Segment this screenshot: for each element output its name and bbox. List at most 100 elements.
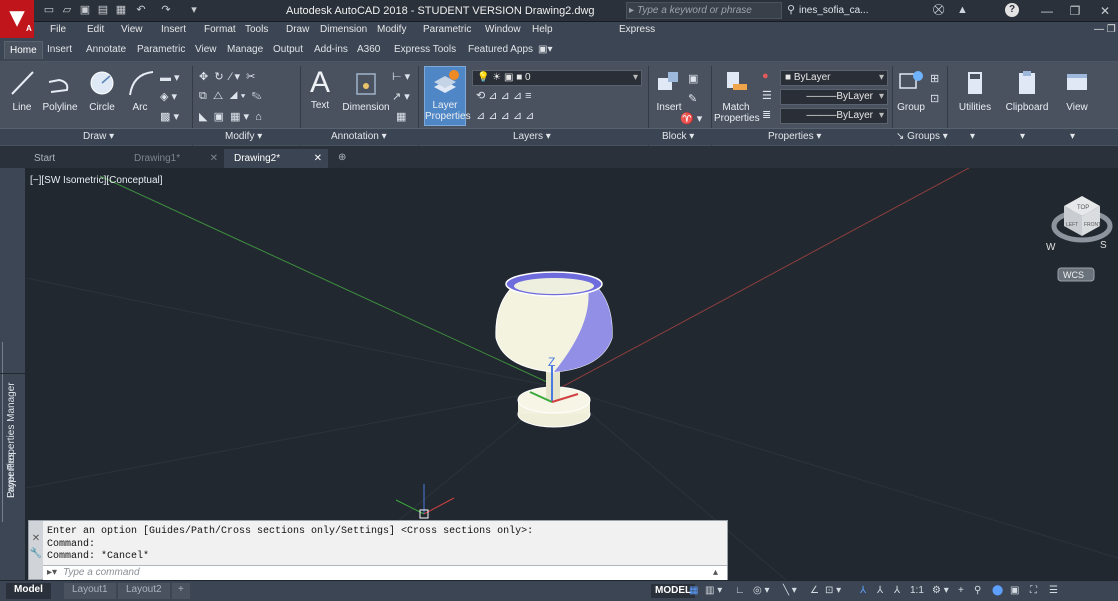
copy-icon[interactable]: ⧉ ⧍ ◢ ▾ ✎ [199, 90, 262, 103]
edit-block-icon[interactable]: ✎ [688, 92, 697, 105]
layer-tools-row1[interactable]: ⟲ ⊿ ⊿ ⊿ ≡ [476, 89, 532, 102]
panel-block[interactable]: Block ▾ [662, 131, 694, 142]
menu-view[interactable]: View [121, 24, 143, 35]
tab-a360[interactable]: A360 [352, 41, 385, 59]
new-tab-button[interactable]: ⊕ [332, 149, 352, 168]
doc-tab-close-icon[interactable]: ✕ [314, 153, 322, 164]
menubar-window-controls[interactable]: — ❐ ✕ [1094, 24, 1118, 35]
tab-insert[interactable]: Insert [42, 41, 77, 59]
layer-tools-row2[interactable]: ⊿ ⊿ ⊿ ⊿ ⊿ [476, 109, 534, 122]
tab-express-tools[interactable]: Express Tools [389, 41, 461, 59]
autocad-logo-button[interactable]: A ▾ [0, 0, 34, 38]
match-properties-button[interactable]: Match Properties [714, 66, 760, 124]
insert-button[interactable]: Insert [650, 66, 688, 113]
panel-groups[interactable]: ↘ Groups ▾ [896, 131, 948, 142]
panel-modify[interactable]: Modify ▾ [225, 131, 262, 142]
undo-icon[interactable]: ↶ [135, 4, 147, 16]
polyline-button[interactable]: Polyline [38, 66, 82, 113]
open-icon[interactable]: ▱ [61, 4, 73, 16]
doc-tab-drawing2[interactable]: Drawing2* ✕ [224, 149, 328, 168]
annotation-visibility-icon[interactable]: ⅄ [860, 584, 866, 598]
model-space-canvas[interactable]: Z TOP LEFT FRONT W S WCS [26, 168, 1118, 580]
table-icon[interactable]: ▦ [396, 110, 406, 123]
arc-button[interactable]: Arc [118, 66, 162, 113]
tab-parametric[interactable]: Parametric [132, 41, 190, 59]
fullscreen-icon[interactable]: ⛶ [1030, 584, 1037, 598]
drawing-viewport[interactable]: Z TOP LEFT FRONT W S WCS [26, 168, 1118, 580]
viewcube-top[interactable]: TOP [1077, 205, 1089, 211]
workspace-gear-icon[interactable]: ⚙ ▾ [932, 584, 949, 598]
snap-toggle-icon[interactable]: ▥ ▾ [705, 584, 722, 598]
color-dropdown[interactable]: ■ ByLayer [780, 70, 888, 86]
help-button[interactable]: ? [1005, 3, 1019, 17]
customization-icon[interactable]: ☰ [1049, 584, 1058, 598]
ortho-icon[interactable]: ∟ [735, 584, 745, 598]
minimize-icon[interactable]: — [1034, 3, 1060, 19]
menu-window[interactable]: Window [485, 24, 521, 35]
viewport-controls-label[interactable]: [−][SW Isometric][Conceptual] [30, 175, 163, 186]
menu-help[interactable]: Help [532, 24, 553, 35]
command-input[interactable]: ▸▾ Type a command ▴ [43, 565, 727, 580]
viewcube-front[interactable]: FRONT [1084, 222, 1101, 228]
restore-icon[interactable]: ❐ [1062, 3, 1088, 19]
wcs-menu[interactable]: WCS [1063, 270, 1084, 280]
block-attributes-icon[interactable]: ♈ ▾ [680, 112, 702, 125]
doc-tab-close-icon[interactable]: ✕ [210, 153, 218, 164]
menu-parametric[interactable]: Parametric [423, 24, 471, 35]
search-input[interactable]: Type a keyword or phrase [626, 2, 782, 19]
gradient-icon[interactable]: ▩ ▾ [160, 110, 179, 123]
stretch-icon[interactable]: ◣ ▣ ▦ ▾ ⌂ [199, 110, 262, 123]
close-icon[interactable]: ✕ [1092, 3, 1118, 19]
menu-insert[interactable]: Insert [161, 24, 186, 35]
move-icon[interactable]: ✥ ↻ ⁄ ▾ ✂ [199, 70, 255, 83]
plus-icon[interactable]: + [958, 584, 964, 598]
command-prompt-icon[interactable]: ▸▾ [47, 567, 57, 578]
create-block-icon[interactable]: ▣ [688, 72, 698, 85]
lineweight-icon[interactable]: ≣ [762, 108, 771, 121]
object-snap-icon[interactable]: ⊡ ▾ [825, 584, 841, 598]
annotation-scale-value[interactable]: 1:1 [910, 584, 924, 598]
user-account-button[interactable]: ines_sofia_ca... [799, 5, 869, 16]
auto-scale-icon[interactable]: ⅄ [877, 584, 883, 598]
polar-icon[interactable]: ◎ ▾ [753, 584, 770, 598]
layout-tab-model[interactable]: Model [6, 583, 51, 599]
command-customize-icon[interactable]: 🔧 [29, 548, 43, 559]
tab-featured-apps[interactable]: Featured Apps [463, 41, 538, 59]
a360-icon[interactable]: ▲ [957, 3, 968, 18]
panel-view-dropdown[interactable]: ▾ [1070, 131, 1075, 142]
ribbon-options-icon[interactable]: ▣▾ [533, 41, 557, 59]
menu-draw[interactable]: Draw [286, 24, 309, 35]
menu-dimension[interactable]: Dimension [320, 24, 367, 35]
new-icon[interactable]: ▭ [43, 4, 55, 16]
doc-tab-drawing1[interactable]: Drawing1* ✕ [124, 149, 224, 168]
menu-modify[interactable]: Modify [377, 24, 406, 35]
linetype-icon[interactable]: ☰ [762, 89, 772, 102]
hardware-acceleration-icon[interactable]: ⬤ [992, 584, 1003, 598]
save-as-icon[interactable]: ▤ [97, 4, 109, 16]
binoculars-icon[interactable]: ⚲ [787, 3, 795, 18]
lineweight-dropdown[interactable]: ———ByLayer [780, 108, 888, 124]
clipboard-button[interactable]: Clipboard [1002, 66, 1052, 113]
group-edit-icon[interactable]: ⊡ [930, 92, 939, 105]
vase-3d-model[interactable] [495, 271, 613, 428]
panel-annotation[interactable]: Annotation ▾ [331, 131, 387, 142]
ungroup-icon[interactable]: ⊞ [930, 72, 939, 85]
layer-properties-button[interactable]: Layer Properties [424, 66, 471, 126]
utilities-button[interactable]: Utilities [950, 66, 1000, 113]
doc-tab-start[interactable]: Start [24, 149, 124, 168]
save-icon[interactable]: ▣ [79, 4, 91, 16]
dimension-button[interactable]: Dimension [340, 66, 392, 113]
layout-tab-layout2[interactable]: Layout2 [118, 583, 170, 599]
line-button[interactable]: Line [6, 66, 38, 113]
add-layout-button[interactable]: + [172, 583, 190, 599]
qat-dropdown-icon[interactable]: ▾ [188, 4, 200, 16]
menu-tools[interactable]: Tools [245, 24, 268, 35]
panel-draw[interactable]: Draw ▾ [83, 131, 114, 142]
menu-format[interactable]: Format [204, 24, 236, 35]
menu-express[interactable]: Express [619, 24, 655, 35]
group-button[interactable]: Group [893, 66, 929, 113]
cart-icon[interactable]: ⛒ [933, 3, 944, 18]
tab-annotate[interactable]: Annotate [81, 41, 131, 59]
panel-layers[interactable]: Layers ▾ [513, 131, 551, 142]
menu-file[interactable]: File [50, 24, 66, 35]
